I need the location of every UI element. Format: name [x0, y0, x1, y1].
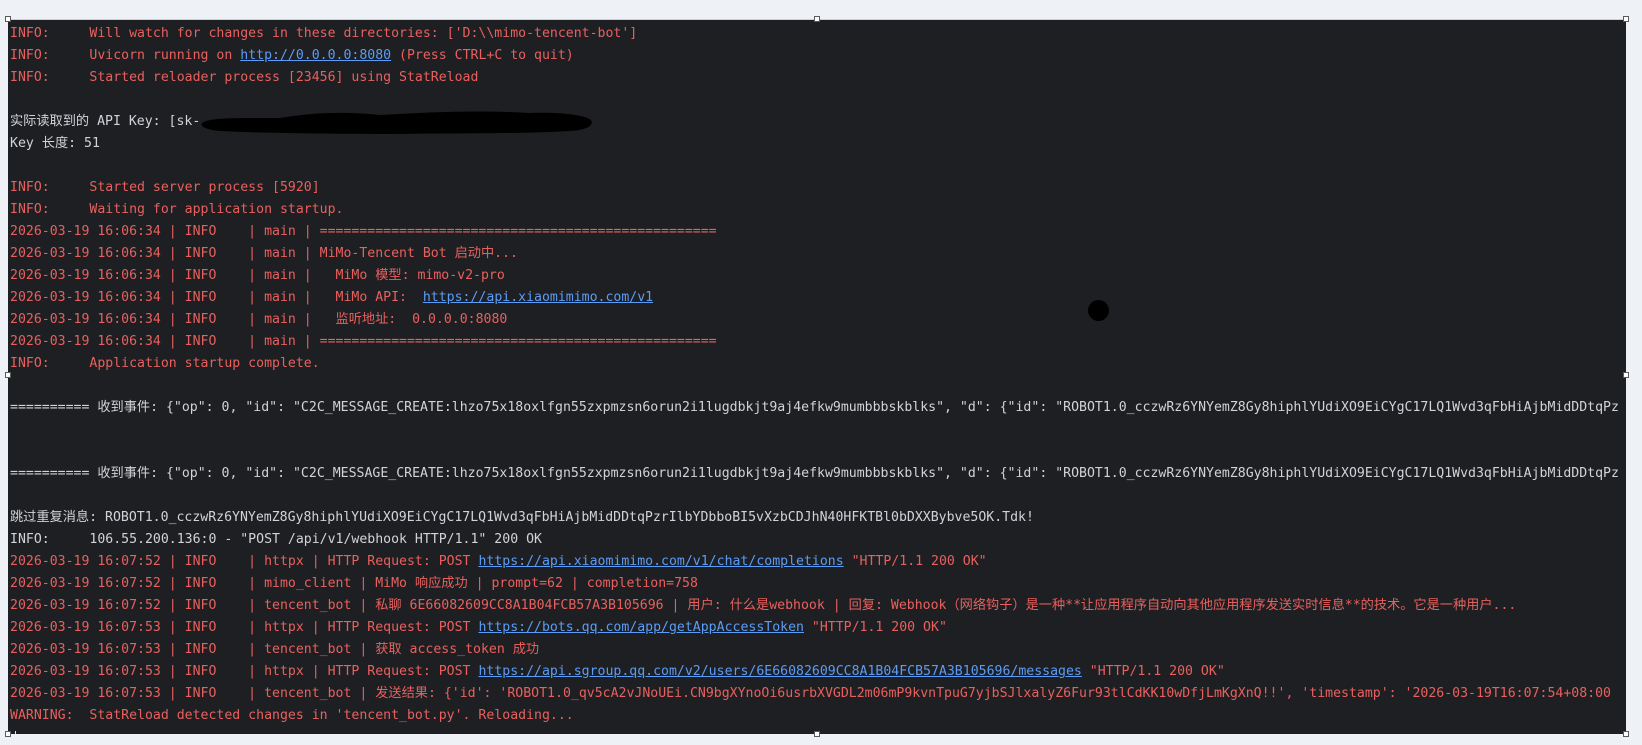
log-text: INFO: Uvicorn running on — [10, 48, 241, 63]
log-text: 2026-03-19 16:07:53 | INFO | tencent_bot… — [10, 642, 540, 657]
log-text: Key 长度: 51 — [10, 136, 100, 151]
log-line: 2026-03-19 16:07:52 | INFO | httpx | HTT… — [10, 551, 1626, 573]
log-link[interactable]: https://api.xiaomimimo.com/v1/chat/compl… — [478, 554, 843, 569]
log-text: WARNING: StatReload detected changes in … — [10, 708, 574, 723]
log-link[interactable]: https://api.sgroup.qq.com/v2/users/6E660… — [478, 664, 1081, 679]
log-text: 2026-03-19 16:06:34 | INFO | main | MiMo… — [10, 268, 505, 283]
log-text: INFO: Waiting for application startup. — [10, 202, 344, 217]
log-text: "HTTP/1.1 200 OK" — [1081, 664, 1225, 679]
log-text: 2026-03-19 16:06:34 | INFO | main | 监听地址… — [10, 312, 508, 327]
terminal-log: INFO: Will watch for changes in these di… — [8, 20, 1626, 734]
log-line: 2026-03-19 16:07:53 | INFO | httpx | HTT… — [10, 617, 1626, 639]
log-text: 2026-03-19 16:07:52 | INFO | mimo_client… — [10, 576, 698, 591]
log-text: INFO: Started reloader process [23456] u… — [10, 70, 479, 85]
terminal-panel[interactable]: INFO: Will watch for changes in these di… — [8, 19, 1626, 734]
resize-handle-n[interactable] — [814, 16, 820, 22]
log-text: 2026-03-19 16:06:34 | INFO | main | ====… — [10, 334, 717, 349]
log-line: 2026-03-19 16:06:34 | INFO | main | ====… — [10, 221, 1626, 243]
log-line: INFO: Started server process [5920] — [10, 177, 1626, 199]
resize-handle-nw[interactable] — [5, 16, 11, 22]
log-text: INFO: Application startup complete. — [10, 356, 320, 371]
log-line: WARNING: StatReload detected changes in … — [10, 705, 1626, 727]
log-line: 实际读取到的 API Key: [sk- — [10, 111, 1626, 134]
log-text: INFO: 106.55.200.136:0 - "POST /api/v1/w… — [10, 532, 542, 547]
log-line: INFO: Started reloader process [23456] u… — [10, 67, 1626, 89]
log-text: ========== 收到事件: {"op": 0, "id": "C2C_ME… — [10, 466, 1619, 481]
log-text: "HTTP/1.1 200 OK" — [843, 554, 987, 569]
log-link[interactable]: https://bots.qq.com/app/getAppAccessToke… — [478, 620, 804, 635]
black-dot — [1088, 300, 1109, 321]
log-line: INFO: Uvicorn running on http://0.0.0.0:… — [10, 45, 1626, 67]
log-line: 2026-03-19 16:06:34 | INFO | main | ====… — [10, 331, 1626, 353]
log-text: 2026-03-19 16:07:52 | INFO | httpx | HTT… — [10, 554, 479, 569]
log-line: 2026-03-19 16:06:34 | INFO | main | MiMo… — [10, 243, 1626, 265]
log-line: 2026-03-19 16:07:52 | INFO | mimo_client… — [10, 573, 1626, 595]
log-line: 2026-03-19 16:07:53 | INFO | httpx | HTT… — [10, 661, 1626, 683]
log-text: "HTTP/1.1 200 OK" — [803, 620, 947, 635]
log-line: 2026-03-19 16:06:34 | INFO | main | MiMo… — [10, 287, 1626, 309]
log-text: (Press CTRL+C to quit) — [391, 48, 574, 63]
log-line: INFO: Will watch for changes in these di… — [10, 23, 1626, 45]
log-text: 实际读取到的 API Key: [sk- — [10, 114, 201, 129]
log-line: 2026-03-19 16:06:34 | INFO | main | MiMo… — [10, 265, 1626, 287]
terminal-cursor — [15, 731, 16, 734]
log-line: Key 长度: 51 — [10, 133, 1626, 155]
log-text: ========== 收到事件: {"op": 0, "id": "C2C_ME… — [10, 400, 1619, 415]
log-line: INFO: Application startup complete. — [10, 353, 1626, 375]
resize-handle-e[interactable] — [1623, 372, 1629, 378]
log-text: 跳过重复消息: ROBOT1.0_cczwRz6YNYemZ8Gy8hiphlY… — [10, 510, 1034, 525]
log-link[interactable]: http://0.0.0.0:8080 — [240, 48, 391, 63]
log-line: 2026-03-19 16:07:53 | INFO | tencent_bot… — [10, 639, 1626, 661]
log-line: 2026-03-19 16:07:52 | INFO | tencent_bot… — [10, 595, 1626, 617]
resize-handle-w[interactable] — [5, 372, 11, 378]
log-line: INFO: Waiting for application startup. — [10, 199, 1626, 221]
log-line: 2026-03-19 16:07:53 | INFO | tencent_bot… — [10, 683, 1626, 705]
log-text: 2026-03-19 16:07:52 | INFO | tencent_bot… — [10, 598, 1517, 613]
log-line: INFO: 106.55.200.136:0 - "POST /api/v1/w… — [10, 529, 1626, 551]
log-line: ========== 收到事件: {"op": 0, "id": "C2C_ME… — [10, 397, 1626, 419]
log-text: 2026-03-19 16:07:53 | INFO | httpx | HTT… — [10, 664, 479, 679]
log-text: INFO: Started server process [5920] — [10, 180, 320, 195]
log-text: INFO: Will watch for changes in these di… — [10, 26, 638, 41]
log-line: ========== 收到事件: {"op": 0, "id": "C2C_ME… — [10, 463, 1626, 485]
resize-handle-se[interactable] — [1623, 731, 1629, 737]
log-line: 2026-03-19 16:06:34 | INFO | main | 监听地址… — [10, 309, 1626, 331]
log-text: 2026-03-19 16:06:34 | INFO | main | MiMo… — [10, 290, 423, 305]
redaction-mark — [200, 111, 593, 134]
log-text: 2026-03-19 16:06:34 | INFO | main | ====… — [10, 224, 717, 239]
log-text: 2026-03-19 16:07:53 | INFO | httpx | HTT… — [10, 620, 479, 635]
log-link[interactable]: https://api.xiaomimimo.com/v1 — [423, 290, 653, 305]
resize-handle-sw[interactable] — [5, 731, 11, 737]
resize-handle-ne[interactable] — [1623, 16, 1629, 22]
log-line: 跳过重复消息: ROBOT1.0_cczwRz6YNYemZ8Gy8hiphlY… — [10, 507, 1626, 529]
log-text: 2026-03-19 16:06:34 | INFO | main | MiMo… — [10, 246, 518, 261]
resize-handle-s[interactable] — [814, 731, 820, 737]
log-text: 2026-03-19 16:07:53 | INFO | tencent_bot… — [10, 686, 1611, 701]
